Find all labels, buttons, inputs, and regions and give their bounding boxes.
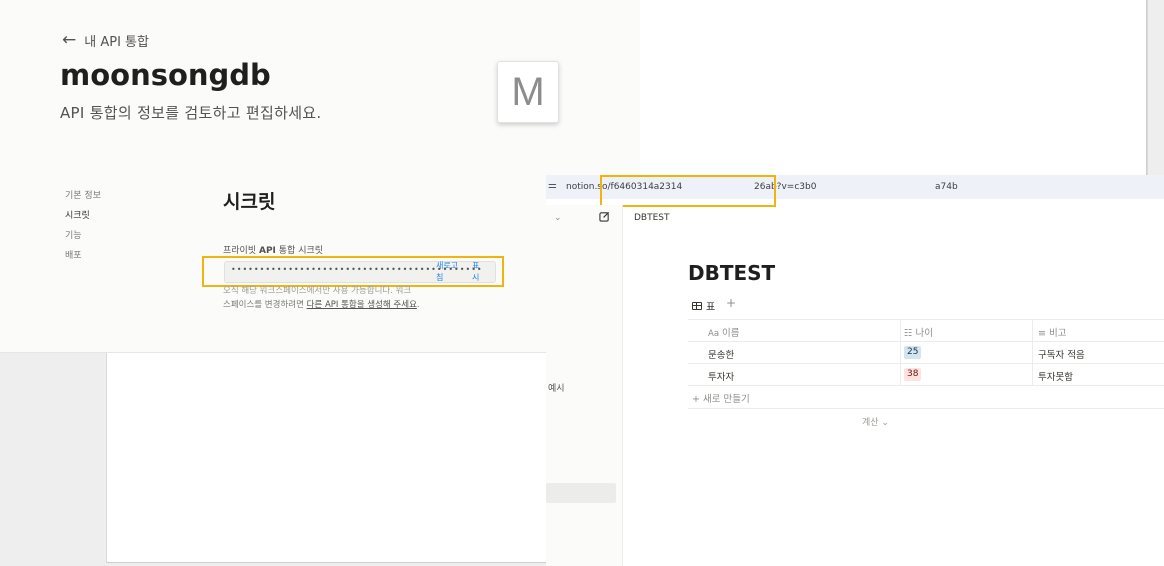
cell-note[interactable]: 구독자 적음 [1032, 342, 1085, 364]
database-title[interactable]: DBTEST [688, 261, 775, 285]
new-row-button[interactable]: + 새로 만들기 [688, 385, 1164, 409]
secret-note-line2: 스페이스를 변경하려면 다른 API 통합을 생성해 주세요. [223, 298, 503, 312]
age-tag: 25 [904, 346, 922, 359]
age-tag: 38 [904, 368, 922, 381]
view-tab-label: 표 [706, 302, 716, 313]
highlight-box [600, 175, 776, 207]
table-icon [692, 301, 702, 310]
title-prop-icon: Aa [708, 329, 720, 339]
secret-field-label: 프라이빗 API 통합 시크릿 [223, 243, 323, 256]
add-view-icon[interactable]: + [726, 296, 736, 310]
plus-icon: + [692, 394, 703, 405]
secret-label-bold: API [258, 246, 276, 256]
column-label: 이름 [722, 328, 740, 339]
integration-settings-panel: ← 내 API 통합 moonsongdb API 통합의 정보를 검토하고 편… [0, 0, 640, 353]
nav-item-secrets[interactable]: 시크릿 [65, 209, 101, 229]
nav-item-capabilities[interactable]: 기능 [65, 229, 101, 249]
create-integration-link[interactable]: 다른 API 통합을 생성해 주세요 [307, 300, 417, 310]
cell-name[interactable]: 문송한 [708, 347, 734, 361]
cell-age[interactable]: 25 [900, 342, 1034, 364]
secret-note-pre: 스페이스를 변경하려면 [223, 300, 307, 310]
calculate-button[interactable]: 계산 ⌄ [862, 415, 889, 428]
secret-label-post: 통합 시크릿 [275, 246, 324, 256]
column-label: 비고 [1048, 328, 1067, 339]
calc-label: 계산 [862, 418, 879, 428]
url-part-3: a74b [935, 182, 958, 192]
column-header-name[interactable]: Aa 이름 [708, 325, 740, 339]
integration-avatar[interactable]: M [497, 61, 559, 123]
chevron-down-icon[interactable]: ⌄ [554, 213, 562, 223]
settings-nav: 기본 정보 시크릿 기능 배포 [65, 189, 101, 269]
column-label: 나이 [915, 328, 934, 339]
cell-note[interactable]: 투자못함 [1032, 364, 1073, 386]
column-header-age[interactable]: ☷ 나이 [900, 320, 1034, 342]
highlight-box [202, 256, 504, 287]
cell-name[interactable]: 투자자 [708, 369, 734, 383]
back-link-label: 내 API 통합 [84, 35, 149, 50]
page-subtitle: API 통합의 정보를 검토하고 편집하세요. [60, 104, 322, 122]
note-text: 투자못함 [1038, 372, 1073, 383]
divider [1146, 0, 1147, 175]
column-header-note[interactable]: ≡ 비고 [1032, 320, 1066, 342]
secret-note: 오직 해당 워크스페이스에서만 사용 가능합니다. 워크 스페이스를 변경하려면… [223, 284, 503, 312]
list-icon: ☷ [904, 328, 916, 339]
page-title: moonsongdb [60, 58, 271, 92]
cell-age[interactable]: 38 [900, 364, 1034, 386]
sidebar-item-example[interactable]: 예시 [548, 381, 565, 394]
table-row[interactable]: 투자자 38 투자못함 [688, 363, 1164, 386]
table-header: Aa 이름 ☷ 나이 ≡ 비고 [688, 319, 1164, 342]
table-row[interactable]: 문송한 25 구독자 적음 [688, 341, 1164, 364]
breadcrumb[interactable]: DBTEST [634, 213, 670, 223]
text-icon: ≡ [1038, 328, 1049, 339]
note-text: 구독자 적음 [1038, 350, 1085, 361]
new-page-icon[interactable] [599, 211, 610, 222]
new-row-label: + 새로 만들기 [692, 391, 750, 405]
back-link[interactable]: ← 내 API 통합 [62, 30, 149, 51]
secret-note-line1: 오직 해당 워크스페이스에서만 사용 가능합니다. 워크 [223, 286, 412, 296]
arrow-left-icon: ← [62, 30, 77, 50]
notion-sidebar: ⌄ 예시 [546, 205, 623, 566]
nav-item-basic-info[interactable]: 기본 정보 [65, 189, 101, 209]
secret-label-pre: 프라이빗 [223, 246, 259, 256]
new-label: 새로 만들기 [702, 394, 750, 405]
notion-window: ⚌ notion.so/f6460314a2314 26ab?v=c3b0 a7… [546, 175, 1164, 566]
section-title: 시크릿 [223, 191, 276, 213]
sidebar-selected-item[interactable] [546, 483, 616, 503]
nav-item-distribution[interactable]: 배포 [65, 249, 101, 269]
view-tab-table[interactable]: 표 [692, 298, 715, 313]
site-settings-icon[interactable]: ⚌ [548, 180, 557, 191]
chevron-down-icon: ⌄ [878, 418, 889, 428]
secret-note-post: . [416, 300, 420, 310]
